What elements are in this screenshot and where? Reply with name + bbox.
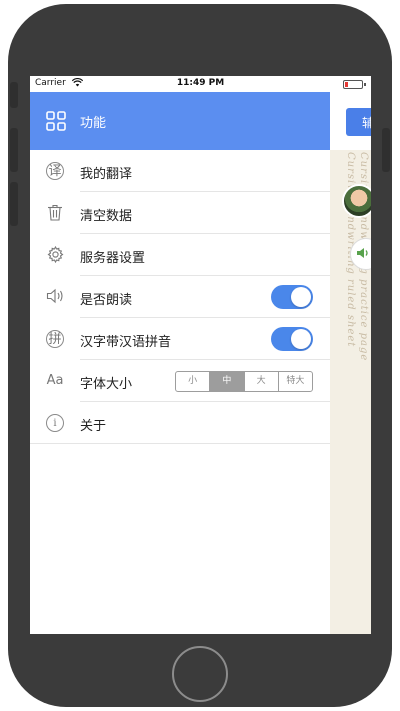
trash-icon xyxy=(46,204,64,222)
toggle-knob xyxy=(291,287,311,307)
info-icon: i xyxy=(46,414,64,432)
menu-item-about[interactable]: i 关于 xyxy=(30,402,330,444)
pinyin-icon: 拼 xyxy=(46,330,64,348)
drawer-header: 功能 xyxy=(30,92,330,150)
menu-item-label: 服务器设置 xyxy=(80,251,146,266)
power-button xyxy=(382,128,390,172)
font-size-extra-large[interactable]: 特大 xyxy=(279,372,312,391)
avatar[interactable] xyxy=(342,184,371,218)
menu-item-label: 清空数据 xyxy=(80,209,133,224)
menu-item-font-size: Aa 字体大小 小 中 大 特大 xyxy=(30,360,330,402)
pinyin-toggle[interactable] xyxy=(271,327,313,351)
app-screen: Carrier 11:49 PM 功能 Cursive handwriting … xyxy=(30,76,371,634)
mute-switch xyxy=(10,82,18,108)
background-header: 辅 xyxy=(330,92,371,150)
divider xyxy=(30,443,330,444)
font-size-large[interactable]: 大 xyxy=(245,372,279,391)
font-icon: Aa xyxy=(46,373,64,388)
status-bar: Carrier 11:49 PM xyxy=(30,76,371,92)
home-button[interactable] xyxy=(172,646,228,702)
gear-icon xyxy=(46,245,64,264)
status-time: 11:49 PM xyxy=(176,78,225,88)
menu-item-label: 关于 xyxy=(80,419,107,434)
menu-item-label: 字体大小 xyxy=(80,377,133,392)
font-size-medium[interactable]: 中 xyxy=(210,372,245,391)
menu-item-server-settings[interactable]: 服务器设置 xyxy=(30,234,330,276)
background-text: Cursive handwriting ruled sheet xyxy=(345,152,356,348)
translate-icon: 译 xyxy=(46,162,64,180)
menu-item-my-translations[interactable]: 译 我的翻译 xyxy=(30,150,330,192)
grid-icon xyxy=(46,111,66,131)
menu-item-read-aloud: 是否朗读 xyxy=(30,276,330,318)
header-title: 功能 xyxy=(80,116,107,131)
menu-item-clear-data[interactable]: 清空数据 xyxy=(30,192,330,234)
toggle-knob xyxy=(291,329,311,349)
menu-item-pinyin: 拼 汉字带汉语拼音 xyxy=(30,318,330,360)
volume-down-button xyxy=(10,182,18,226)
menu-item-label: 我的翻译 xyxy=(80,167,133,182)
volume-up-button xyxy=(10,128,18,172)
battery-icon xyxy=(343,80,366,89)
side-drawer: 译 我的翻译 清空数据 服务器设置 是否朗读 拼 汉字带汉语拼音 Aa 字体大小… xyxy=(30,150,330,634)
menu-item-label: 是否朗读 xyxy=(80,293,133,308)
font-size-small[interactable]: 小 xyxy=(176,372,211,391)
background-page[interactable]: Cursive handwriting ruled sheet Cursive … xyxy=(330,92,371,634)
read-aloud-toggle[interactable] xyxy=(271,285,313,309)
font-size-segmented-control: 小 中 大 特大 xyxy=(175,371,313,392)
speaker-icon xyxy=(46,288,64,306)
menu-item-label: 汉字带汉语拼音 xyxy=(80,335,172,350)
background-text: Cursive handwriting practice page xyxy=(358,152,369,362)
assist-button[interactable]: 辅 xyxy=(346,108,371,136)
